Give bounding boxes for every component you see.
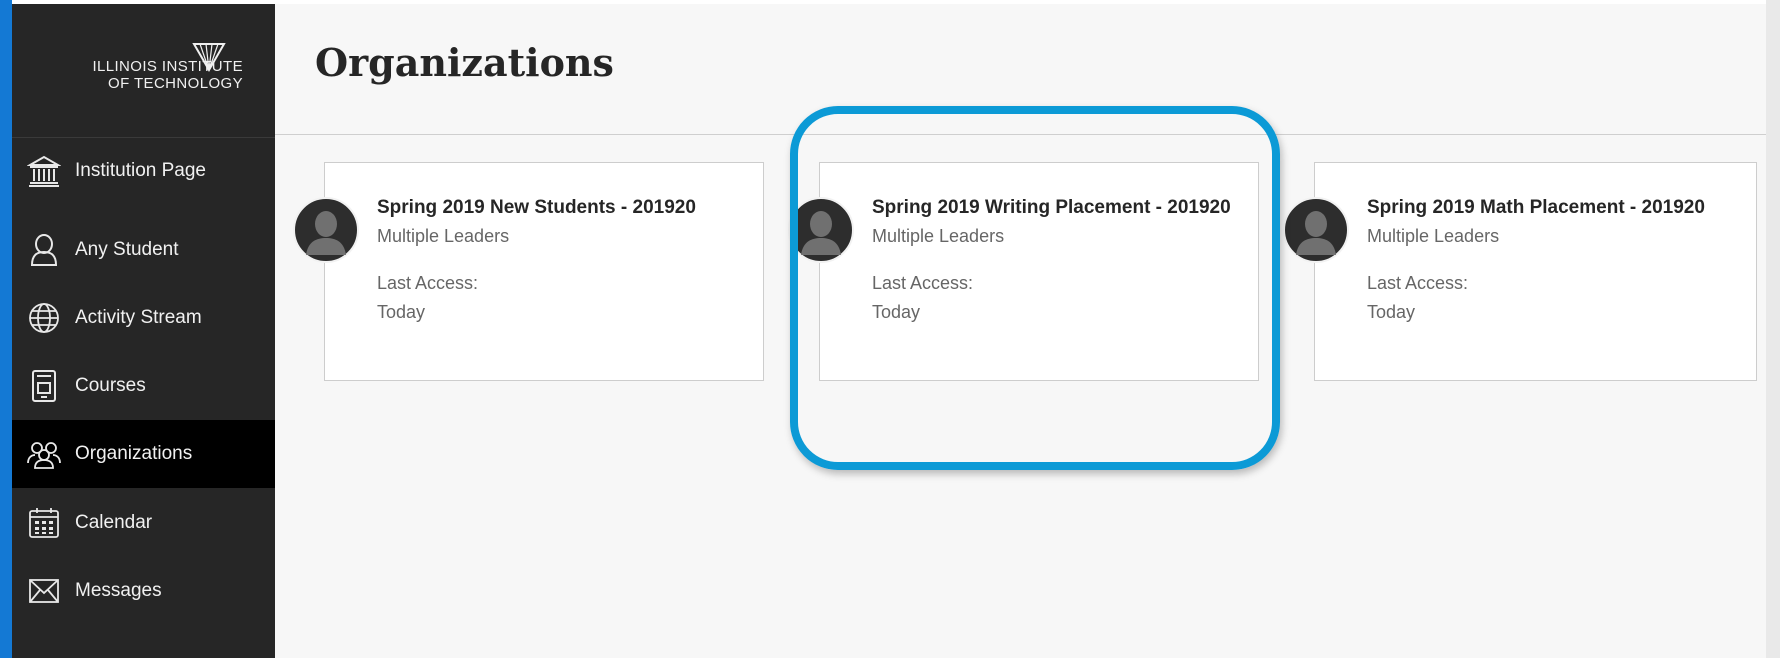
organization-card[interactable]: Spring 2019 Math Placement - 201920 Mult… (1283, 162, 1757, 381)
organization-card[interactable]: Spring 2019 Writing Placement - 201920 M… (788, 162, 1259, 381)
brand-name: ILLINOIS INSTITUTE OF TECHNOLOGY (92, 58, 243, 92)
nav-item-courses[interactable]: Courses (12, 352, 275, 420)
nav-label: Organizations (75, 443, 193, 464)
last-access-value: Today (377, 302, 426, 322)
globe-icon (26, 300, 62, 336)
organizations-icon (26, 436, 62, 472)
card-leaders: Multiple Leaders (377, 226, 510, 246)
card-title[interactable]: Spring 2019 New Students - 201920 (377, 197, 696, 219)
last-access-value: Today (1367, 302, 1416, 322)
brand-line-2: OF TECHNOLOGY (108, 75, 243, 92)
card-title[interactable]: Spring 2019 Writing Placement - 201920 (872, 197, 1231, 219)
last-access-value: Today (872, 302, 921, 322)
avatar-icon (293, 197, 359, 263)
nav-label: Institution Page (75, 160, 206, 181)
last-access-label: Last Access: (872, 273, 974, 293)
brand: ILLINOIS INSTITUTE OF TECHNOLOGY (12, 4, 275, 138)
window-right-edge (1766, 0, 1780, 658)
nav-item-messages[interactable]: Messages (12, 557, 275, 625)
avatar-icon (788, 197, 854, 263)
sidebar: ILLINOIS INSTITUTE OF TECHNOLOGY Institu… (12, 4, 275, 658)
nav-item-any-student[interactable]: Any Student (12, 216, 275, 284)
user-icon (26, 232, 62, 268)
nav-label: Activity Stream (75, 307, 202, 328)
calendar-icon (26, 505, 62, 541)
title-divider (275, 134, 1766, 135)
nav-label: Any Student (75, 239, 179, 260)
nav-label: Courses (75, 375, 146, 396)
nav-item-institution-page[interactable]: Institution Page (12, 137, 275, 205)
window-left-edge (0, 0, 12, 658)
card-title[interactable]: Spring 2019 Math Placement - 201920 (1367, 197, 1705, 219)
envelope-icon (26, 573, 62, 609)
avatar-icon (1283, 197, 1349, 263)
last-access-label: Last Access: (1367, 273, 1469, 293)
card-leaders: Multiple Leaders (872, 226, 1005, 246)
page-title: Organizations (315, 40, 614, 85)
main-content: Organizations Spring 2019 New Students -… (275, 4, 1766, 658)
card-leaders: Multiple Leaders (1367, 226, 1500, 246)
nav-label: Calendar (75, 512, 153, 533)
brand-line-1: ILLINOIS INSTITUTE (92, 58, 243, 75)
last-access-label: Last Access: (377, 273, 479, 293)
organization-card[interactable]: Spring 2019 New Students - 201920 Multip… (293, 162, 764, 381)
institution-icon (26, 153, 62, 189)
nav-item-calendar[interactable]: Calendar (12, 489, 275, 557)
nav-label: Messages (75, 580, 162, 601)
courses-icon (26, 368, 62, 404)
nav-item-activity-stream[interactable]: Activity Stream (12, 284, 275, 352)
nav-item-organizations[interactable]: Organizations (12, 420, 275, 488)
